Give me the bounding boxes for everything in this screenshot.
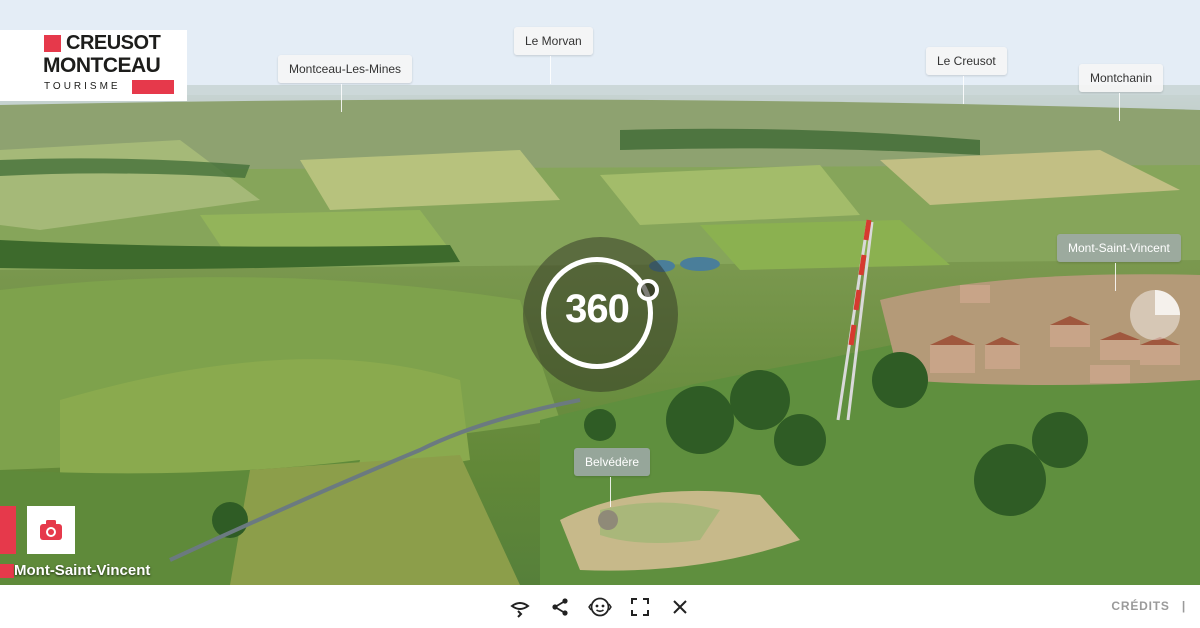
- hotspot-stem: [1119, 93, 1120, 121]
- logo-line-3: TOURISME: [44, 81, 121, 92]
- hotspot-le-morvan[interactable]: Le Morvan: [514, 27, 593, 55]
- credits-separator: |: [1181, 599, 1186, 613]
- location-name: Mont-Saint-Vincent: [14, 562, 151, 579]
- 360-view-badge[interactable]: 360: [523, 237, 678, 392]
- close-icon[interactable]: [668, 595, 692, 619]
- hotspot-stem: [610, 477, 611, 507]
- panorama-viewer[interactable]: CREUSOT MONTCEAU TOURISME Montceau-Les-M…: [0, 0, 1200, 585]
- hotspot-belvedere[interactable]: Belvédère: [574, 448, 651, 476]
- logo-red-bar: [132, 80, 174, 94]
- fullscreen-icon[interactable]: [628, 595, 652, 619]
- hotspot-montceau-les-mines[interactable]: Montceau-Les-Mines: [278, 55, 413, 83]
- camera-button[interactable]: [27, 506, 75, 554]
- side-accent-bar: [0, 506, 16, 554]
- degree-dot-icon: [637, 279, 659, 301]
- location-marker: [0, 564, 14, 578]
- creusot-montceau-logo[interactable]: CREUSOT MONTCEAU TOURISME: [0, 30, 187, 101]
- hotspot-stem: [1115, 263, 1116, 291]
- hotspot-stem: [341, 84, 342, 112]
- compass-icon[interactable]: [1130, 290, 1180, 340]
- bottom-toolbar: CRÉDITS |: [0, 585, 1200, 628]
- logo-red-square: [44, 35, 61, 52]
- hotspot-stem: [963, 76, 964, 104]
- hotspot-mont-saint-vincent[interactable]: Mont-Saint-Vincent: [1057, 234, 1181, 262]
- hotspot-le-creusot[interactable]: Le Creusot: [926, 47, 1007, 75]
- gyroscope-icon[interactable]: [588, 595, 612, 619]
- hotspot-montchanin[interactable]: Montchanin: [1079, 64, 1164, 92]
- logo-line-2: MONTCEAU: [43, 54, 161, 77]
- 360-label: 360: [565, 287, 630, 331]
- rotate-icon[interactable]: [508, 595, 532, 619]
- hotspot-stem: [550, 56, 551, 84]
- share-icon[interactable]: [548, 595, 572, 619]
- camera-icon: [40, 520, 62, 540]
- credits-link[interactable]: CRÉDITS |: [1111, 599, 1186, 613]
- logo-line-1: CREUSOT: [66, 32, 161, 54]
- credits-label: CRÉDITS: [1111, 599, 1170, 613]
